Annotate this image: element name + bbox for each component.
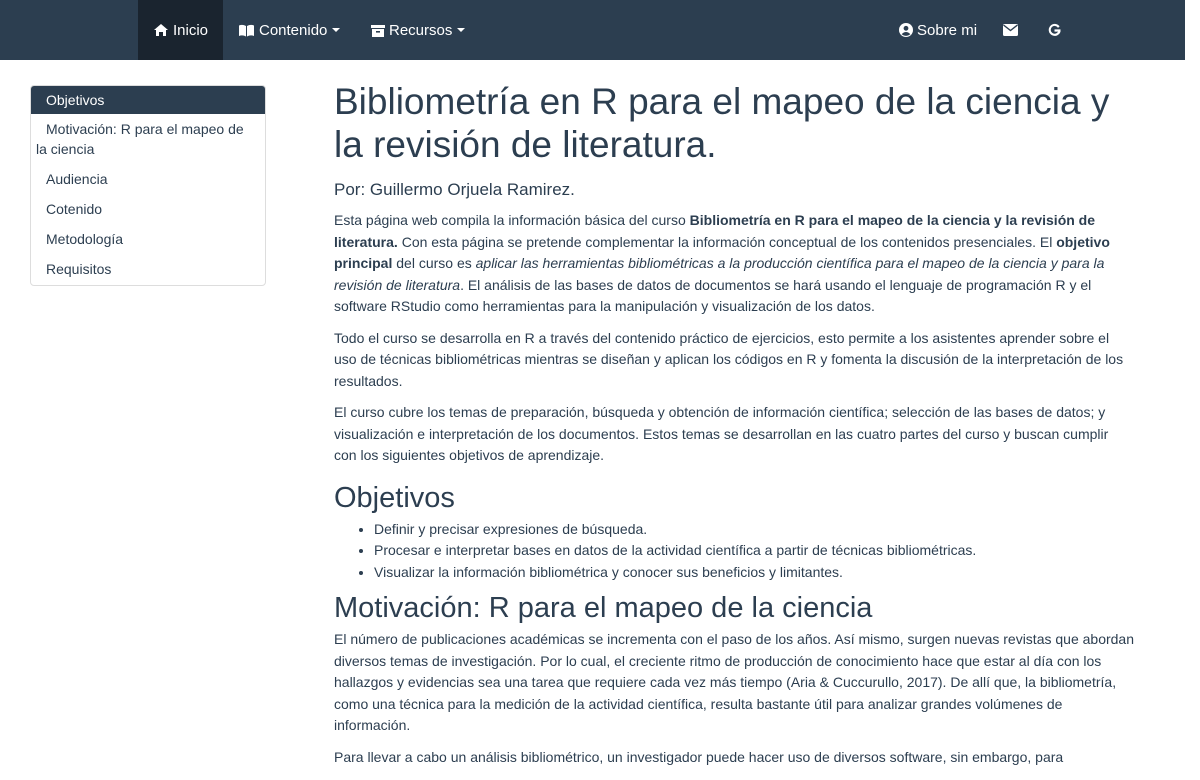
envelope-icon	[1003, 24, 1018, 36]
list-item: Procesar e interpretar bases en datos de…	[374, 540, 1134, 562]
toc-item-label: Cotenido	[46, 201, 103, 217]
nav-sobre-mi[interactable]: Sobre mi	[899, 0, 977, 60]
nav-google[interactable]	[1047, 0, 1062, 60]
navbar: Inicio Contenido Recursos Sobre mi	[0, 0, 1185, 60]
nav-inicio-label: Inicio	[173, 21, 209, 39]
nav-contenido-dropdown[interactable]: Contenido	[238, 0, 341, 60]
objectives-list: Definir y precisar expresiones de búsque…	[334, 519, 1134, 584]
nav-sobre-mi-label: Sobre mi	[917, 21, 978, 39]
course-paragraph: Todo el curso se desarrolla en R a travé…	[334, 329, 1124, 389]
intro-text-c: Con esta página se pretende complementar…	[397, 233, 1057, 250]
toc-item-label: Motivación: R para el mapeo de la cienci…	[36, 121, 244, 157]
toc-item-contenido[interactable]: Cotenido	[31, 194, 265, 224]
motivation-paragraph: El número de publicaciones académicas se…	[334, 631, 1135, 733]
table-of-contents: Objetivos Motivación: R para el mapeo de…	[30, 85, 266, 286]
section-heading-motivacion: Motivación: R para el mapeo de la cienci…	[334, 592, 873, 624]
google-icon	[1047, 23, 1062, 38]
toc-item-label: Objetivos	[46, 92, 105, 108]
toc-item-audiencia[interactable]: Audiencia	[31, 164, 265, 194]
toc-item-label: Audiencia	[46, 171, 108, 187]
topics-paragraph: El curso cubre los temas de preparación,…	[334, 404, 1109, 463]
page-title: Bibliometría en R para el mapeo de la ci…	[334, 81, 1110, 165]
toc-item-metodologia[interactable]: Metodología	[31, 224, 265, 254]
toc-item-label: Requisitos	[46, 261, 112, 277]
toc-item-motivacion[interactable]: Motivación: R para el mapeo de la cienci…	[31, 114, 265, 164]
nav-email[interactable]	[1003, 0, 1018, 60]
list-item: Visualizar la información bibliométrica …	[374, 562, 1134, 584]
intro-text-a: Esta página web compila la información b…	[334, 212, 690, 228]
list-item: Definir y precisar expresiones de búsque…	[374, 519, 1134, 541]
home-icon	[153, 23, 169, 37]
book-icon	[238, 24, 255, 37]
toc-item-objetivos[interactable]: Objetivos	[31, 86, 265, 114]
intro-paragraph: Esta página web compila la información b…	[334, 210, 1134, 318]
section-heading-objetivos: Objetivos	[334, 481, 455, 514]
nav-recursos-dropdown[interactable]: Recursos	[371, 0, 466, 60]
nav-inicio[interactable]: Inicio	[138, 0, 223, 60]
toc-item-label: Metodología	[46, 231, 124, 247]
author-line: Por: Guillermo Orjuela Ramirez.	[334, 180, 575, 199]
chevron-down-icon	[457, 28, 466, 32]
toc-item-requisitos[interactable]: Requisitos	[31, 254, 265, 284]
archive-icon	[371, 24, 385, 37]
user-circle-icon	[899, 23, 913, 37]
nav-contenido-label: Contenido	[259, 21, 328, 39]
analysis-paragraph: Para llevar a cabo un análisis bibliomét…	[334, 748, 1064, 765]
main-content: Bibliometría en R para el mapeo de la ci…	[334, 78, 1134, 778]
intro-text-e: del curso es	[392, 255, 476, 271]
nav-recursos-label: Recursos	[389, 21, 453, 39]
chevron-down-icon	[332, 28, 341, 32]
